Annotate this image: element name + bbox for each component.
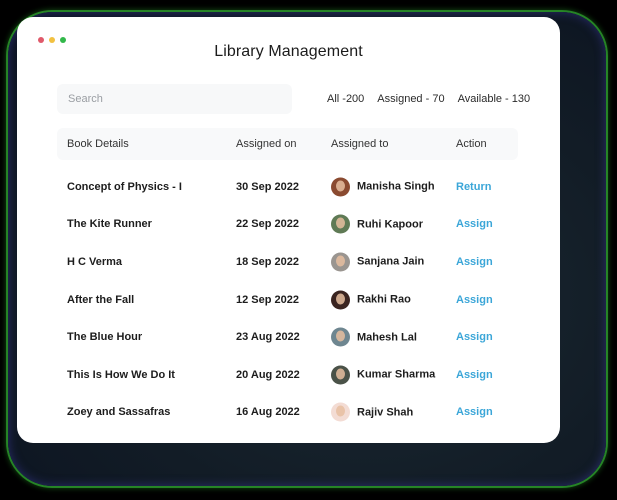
- table-header: Book Details Assigned on Assigned to Act…: [57, 128, 518, 160]
- assignee-name: Manisha Singh: [357, 180, 435, 193]
- table-row: Concept of Physics - I 30 Sep 2022 Manis…: [57, 168, 518, 206]
- filter-assigned[interactable]: Assigned - 70: [377, 93, 444, 105]
- table-row: The Blue Hour 23 Aug 2022 Mahesh Lal Ass…: [57, 318, 518, 356]
- avatar: [331, 252, 350, 272]
- assignee: Ruhi Kapoor: [331, 214, 423, 234]
- avatar: [331, 365, 350, 385]
- avatar: [331, 402, 350, 422]
- avatar: [331, 327, 350, 347]
- assign-button[interactable]: Assign: [456, 369, 493, 381]
- assignee: Rajiv Shah: [331, 402, 414, 422]
- assignee: Mahesh Lal: [331, 327, 417, 347]
- book-title: After the Fall: [67, 293, 135, 306]
- table-row: The Kite Runner 22 Sep 2022 Ruhi Kapoor …: [57, 206, 518, 244]
- assign-button[interactable]: Assign: [456, 406, 493, 418]
- table-row: After the Fall 12 Sep 2022 Rakhi Rao Ass…: [57, 281, 518, 319]
- assignee-name: Sanjana Jain: [357, 255, 425, 268]
- table-row: H C Verma 18 Sep 2022 Sanjana Jain Assig…: [57, 243, 518, 281]
- assigned-date: 16 Aug 2022: [236, 406, 300, 419]
- book-title: The Blue Hour: [67, 331, 143, 344]
- avatar: [331, 290, 350, 310]
- library-window: Library Management All -200 Assigned - 7…: [17, 17, 560, 443]
- table-body: Concept of Physics - I 30 Sep 2022 Manis…: [57, 168, 518, 431]
- assigned-date: 23 Aug 2022: [236, 331, 300, 344]
- book-title: Concept of Physics - I: [67, 180, 182, 193]
- assignee: Sanjana Jain: [331, 252, 425, 272]
- assigned-date: 18 Sep 2022: [236, 255, 299, 268]
- book-title: Zoey and Sassafras: [67, 406, 171, 419]
- assign-button[interactable]: Assign: [456, 256, 493, 268]
- avatar: [331, 214, 350, 234]
- search-input[interactable]: [57, 84, 292, 114]
- table-row: This Is How We Do It 20 Aug 2022 Kumar S…: [57, 356, 518, 394]
- column-assigned-to: Assigned to: [331, 138, 389, 150]
- assignee-name: Rakhi Rao: [357, 293, 411, 306]
- assigned-date: 20 Aug 2022: [236, 368, 300, 381]
- filter-available[interactable]: Available - 130: [458, 93, 531, 105]
- assignee: Rakhi Rao: [331, 290, 411, 310]
- assignee-name: Kumar Sharma: [357, 368, 436, 381]
- assigned-date: 12 Sep 2022: [236, 293, 299, 306]
- avatar: [331, 177, 350, 197]
- column-book-details: Book Details: [67, 138, 129, 150]
- column-action: Action: [456, 138, 487, 150]
- return-button[interactable]: Return: [456, 181, 491, 193]
- assign-button[interactable]: Assign: [456, 294, 493, 306]
- assignee-name: Mahesh Lal: [357, 331, 417, 344]
- table-row: Zoey and Sassafras 16 Aug 2022 Rajiv Sha…: [57, 394, 518, 432]
- filter-tabs: All -200 Assigned - 70 Available - 130: [327, 93, 530, 105]
- book-title: The Kite Runner: [67, 218, 152, 231]
- book-title: This Is How We Do It: [67, 368, 175, 381]
- assign-button[interactable]: Assign: [456, 218, 493, 230]
- assignee-name: Rajiv Shah: [357, 406, 414, 419]
- assigned-date: 22 Sep 2022: [236, 218, 299, 231]
- assignee: Kumar Sharma: [331, 365, 436, 385]
- assigned-date: 30 Sep 2022: [236, 180, 299, 193]
- page-title: Library Management: [214, 43, 363, 60]
- column-assigned-on: Assigned on: [236, 138, 297, 150]
- assignee-name: Ruhi Kapoor: [357, 218, 423, 231]
- screen: Library Management All -200 Assigned - 7…: [0, 0, 617, 500]
- filter-all[interactable]: All -200: [327, 93, 364, 105]
- assignee: Manisha Singh: [331, 177, 435, 197]
- assign-button[interactable]: Assign: [456, 331, 493, 343]
- book-title: H C Verma: [67, 255, 123, 268]
